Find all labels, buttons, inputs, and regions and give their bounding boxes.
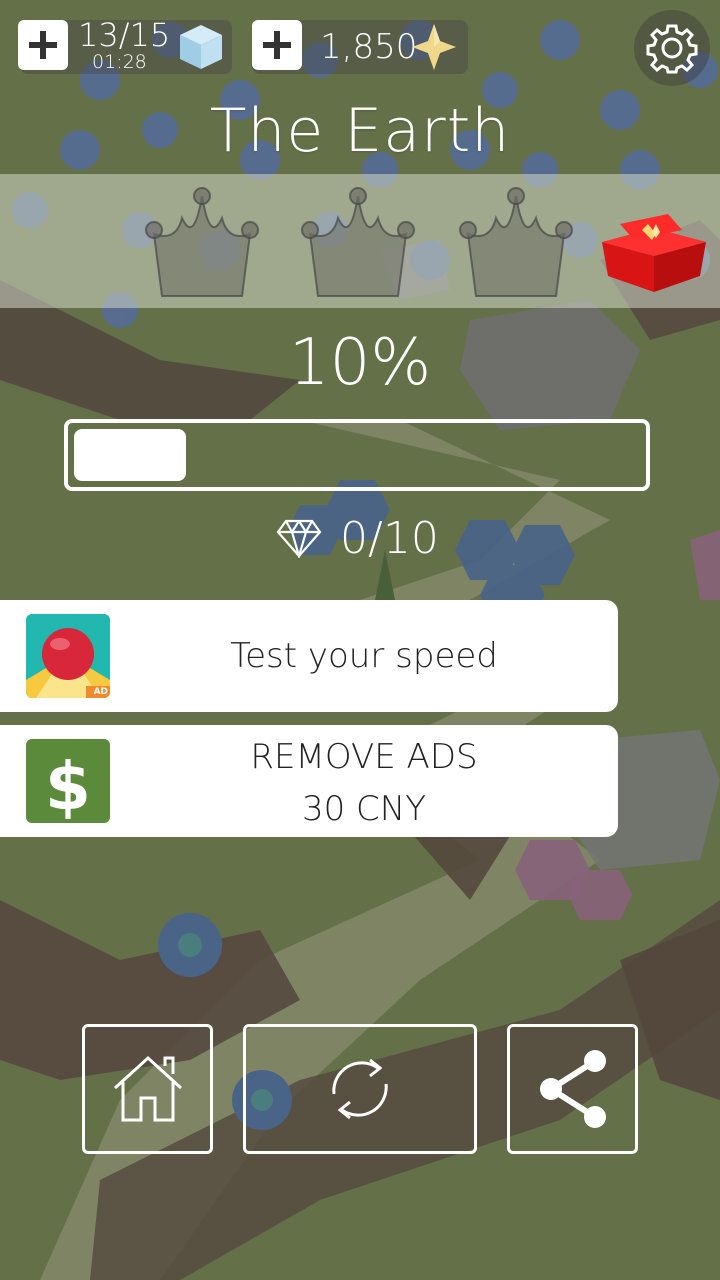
coin-count: 1,850 — [320, 27, 418, 67]
remove-ads-card[interactable]: $ REMOVE ADS 30 CNY — [0, 725, 618, 837]
plus-icon — [263, 31, 291, 59]
share-button[interactable] — [507, 1024, 638, 1154]
gem-counter: 0/10 — [276, 510, 439, 566]
settings-button[interactable] — [634, 10, 710, 86]
ad-offer-card[interactable]: AD Test your speed — [0, 600, 618, 712]
crown-icon — [145, 187, 259, 297]
remove-ads-price: 30 CNY — [301, 789, 426, 829]
share-icon — [539, 1050, 606, 1128]
add-energy-button[interactable] — [18, 20, 68, 70]
restart-icon — [332, 1058, 388, 1120]
ad-offer-label: Test your speed — [230, 636, 498, 676]
level-title: The Earth — [209, 96, 511, 166]
ball-game-icon: AD — [26, 614, 110, 698]
gift-box-icon[interactable] — [598, 214, 710, 294]
progress-bar — [64, 419, 650, 491]
home-button[interactable] — [82, 1024, 213, 1154]
remove-ads-title: REMOVE ADS — [250, 737, 478, 777]
restart-button[interactable] — [243, 1024, 477, 1154]
gem-count: 0/10 — [340, 512, 439, 564]
plus-icon — [29, 31, 57, 59]
gear-icon — [646, 24, 698, 74]
crown-icon — [301, 187, 415, 297]
home-icon — [113, 1055, 182, 1122]
star-icon — [412, 24, 456, 70]
crown-icon — [459, 187, 573, 297]
diamond-icon — [276, 519, 322, 558]
svg-text:$: $ — [45, 748, 91, 823]
cube-icon — [180, 25, 222, 69]
dollar-icon: $ — [26, 739, 110, 823]
ad-badge: AD — [93, 687, 108, 697]
progress-fill — [74, 429, 186, 481]
energy-count: 13/15 — [78, 16, 171, 54]
progress-percent: 10% — [288, 326, 432, 400]
energy-timer: 01:28 — [92, 51, 147, 73]
add-coins-button[interactable] — [252, 20, 302, 70]
